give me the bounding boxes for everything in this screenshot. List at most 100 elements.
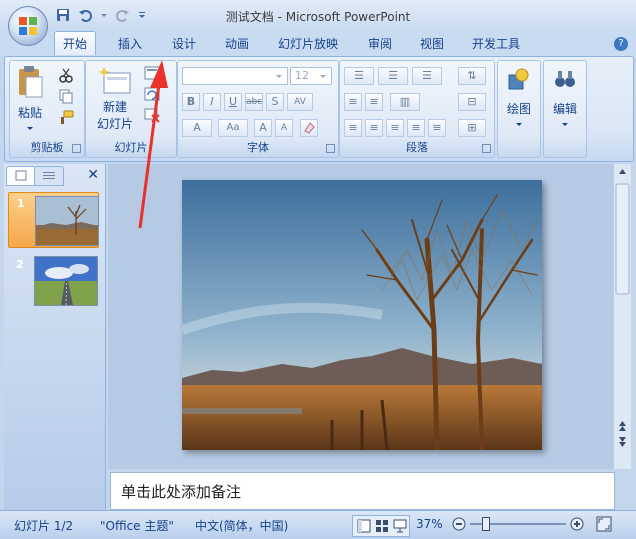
font-group-label: 字体 <box>247 141 269 154</box>
justify-button[interactable]: ≡ <box>407 119 425 137</box>
status-bar: 幻灯片 1/2 "Office 主题" 中文(简体，中国) 37% <box>0 510 636 539</box>
paragraph-dialog-launcher[interactable] <box>482 144 491 153</box>
slide-number: 1 <box>17 197 25 210</box>
line-spacing-button[interactable]: ☰ <box>412 67 442 85</box>
zoom-level: 37% <box>416 517 443 531</box>
slide-editor[interactable] <box>108 164 613 469</box>
paste-button[interactable]: 粘贴 <box>14 65 46 135</box>
editing-group: 编辑 <box>543 60 587 158</box>
zoom-in-icon[interactable] <box>570 517 584 534</box>
notes-pane[interactable]: 单击此处添加备注 <box>110 472 615 510</box>
clipboard-group: 粘贴 剪贴板 <box>9 60 85 158</box>
layout-icon[interactable] <box>144 65 160 84</box>
zoom-slider[interactable] <box>470 517 566 531</box>
clipboard-dialog-launcher[interactable] <box>72 144 81 153</box>
font-dialog-launcher[interactable] <box>326 144 335 153</box>
new-slide-icon <box>98 67 131 94</box>
align-left-button[interactable]: ≡ <box>344 119 362 137</box>
shadow-button[interactable]: S <box>266 93 284 111</box>
bullets-button[interactable]: ☰ <box>344 67 374 85</box>
increase-indent-button[interactable]: ≡ <box>365 93 383 111</box>
font-size-value: 12 <box>295 69 309 82</box>
clear-formatting-icon[interactable] <box>300 119 318 137</box>
slides-group-label: 幻灯片 <box>114 141 148 154</box>
format-painter-icon[interactable] <box>58 109 74 128</box>
help-icon[interactable]: ? <box>614 37 628 51</box>
office-button[interactable] <box>8 6 48 46</box>
vertical-scrollbar[interactable] <box>613 164 631 469</box>
copy-icon[interactable] <box>58 88 74 107</box>
slides-tab[interactable] <box>6 166 36 186</box>
ribbon-tabs: 开始 插入 设计 动画 幻灯片放映 审阅 视图 开发工具 ? <box>0 30 636 56</box>
chevron-down-icon <box>516 123 522 126</box>
outline-tab[interactable] <box>34 166 64 186</box>
char-spacing-button[interactable]: AV <box>287 93 313 111</box>
shrink-font-button[interactable]: A <box>275 119 293 137</box>
slide-thumbnail[interactable]: 2 <box>8 254 98 308</box>
slide-count: 幻灯片 1/2 <box>14 519 74 533</box>
paste-icon <box>19 66 43 98</box>
close-panel-icon[interactable]: ✕ <box>87 167 99 183</box>
align-center-button[interactable]: ≡ <box>365 119 383 137</box>
text-direction-button[interactable]: ⇅ <box>458 67 486 85</box>
notes-placeholder[interactable]: 单击此处添加备注 <box>121 481 241 502</box>
current-slide-image[interactable] <box>182 180 542 450</box>
zoom-out-icon[interactable] <box>452 517 466 534</box>
paragraph-group: ☰ ☰ ☰ ≡ ≡ ▥ ≡ ≡ ≡ ≡ ≡ ⇅ ⊟ ⊞ 段落 <box>339 60 495 158</box>
chevron-down-icon <box>562 123 568 126</box>
slide-sorter-icon[interactable] <box>375 519 389 536</box>
tab-developer[interactable]: 开发工具 <box>472 35 520 52</box>
zoom-slider-thumb[interactable] <box>482 517 490 531</box>
columns-button[interactable]: ▥ <box>390 93 420 111</box>
slides-group: 新建 幻灯片 幻灯片 <box>85 60 177 158</box>
editing-button[interactable]: 编辑 <box>547 67 583 131</box>
new-slide-label-1: 新建 <box>102 100 127 114</box>
bold-button[interactable]: B <box>182 93 200 111</box>
strikethrough-button[interactable]: abc <box>245 93 263 111</box>
window-title: 测试文档 - Microsoft PowerPoint <box>225 10 411 24</box>
align-text-button[interactable]: ⊟ <box>458 93 486 111</box>
change-case-button[interactable]: Aa <box>218 119 248 137</box>
align-right-button[interactable]: ≡ <box>386 119 404 137</box>
tab-slideshow[interactable]: 幻灯片放映 <box>278 35 338 52</box>
shapes-icon <box>508 68 529 90</box>
slide-number: 2 <box>16 258 24 271</box>
slides-tab-icon <box>15 170 27 181</box>
delete-slide-icon[interactable] <box>144 107 160 126</box>
language-indicator: 中文(简体，中国) <box>195 519 289 533</box>
smartart-button[interactable]: ⊞ <box>458 119 486 137</box>
drawing-button[interactable]: 绘图 <box>501 67 537 131</box>
new-slide-label-2: 幻灯片 <box>96 117 133 131</box>
italic-button[interactable]: I <box>203 93 221 111</box>
slides-panel: ✕ 1 2 <box>4 164 106 510</box>
drawing-group: 绘图 <box>497 60 541 158</box>
tab-view[interactable]: 视图 <box>420 35 444 52</box>
font-name-combo[interactable] <box>182 67 288 85</box>
tab-animations[interactable]: 动画 <box>225 35 249 52</box>
normal-view-icon[interactable] <box>357 519 371 536</box>
fit-to-window-icon[interactable] <box>596 516 612 535</box>
slide-1-preview <box>35 196 99 246</box>
grow-font-button[interactable]: A <box>254 119 272 137</box>
tab-home[interactable]: 开始 <box>54 31 97 55</box>
underline-button[interactable]: U <box>224 93 242 111</box>
distributed-button[interactable]: ≡ <box>428 119 446 137</box>
tab-review[interactable]: 审阅 <box>368 35 392 52</box>
new-slide-button[interactable]: 新建 幻灯片 <box>90 65 140 132</box>
font-size-combo[interactable]: 12 <box>290 67 332 85</box>
slide-thumbnail-selected[interactable]: 1 <box>8 192 99 248</box>
font-color-button[interactable]: A <box>182 119 212 137</box>
tab-design[interactable]: 设计 <box>172 35 196 52</box>
title-bar: 测试文档 - Microsoft PowerPoint <box>0 0 636 30</box>
slideshow-view-icon[interactable] <box>393 519 407 536</box>
chevron-down-icon <box>276 75 282 78</box>
slide-2-preview <box>34 256 98 306</box>
chevron-down-icon <box>27 127 33 130</box>
outline-tab-icon <box>43 172 55 179</box>
numbering-button[interactable]: ☰ <box>378 67 408 85</box>
cut-icon[interactable] <box>58 67 74 86</box>
reset-icon[interactable] <box>144 86 160 105</box>
tab-insert[interactable]: 插入 <box>118 35 142 52</box>
office-logo-icon <box>19 17 37 35</box>
decrease-indent-button[interactable]: ≡ <box>344 93 362 111</box>
